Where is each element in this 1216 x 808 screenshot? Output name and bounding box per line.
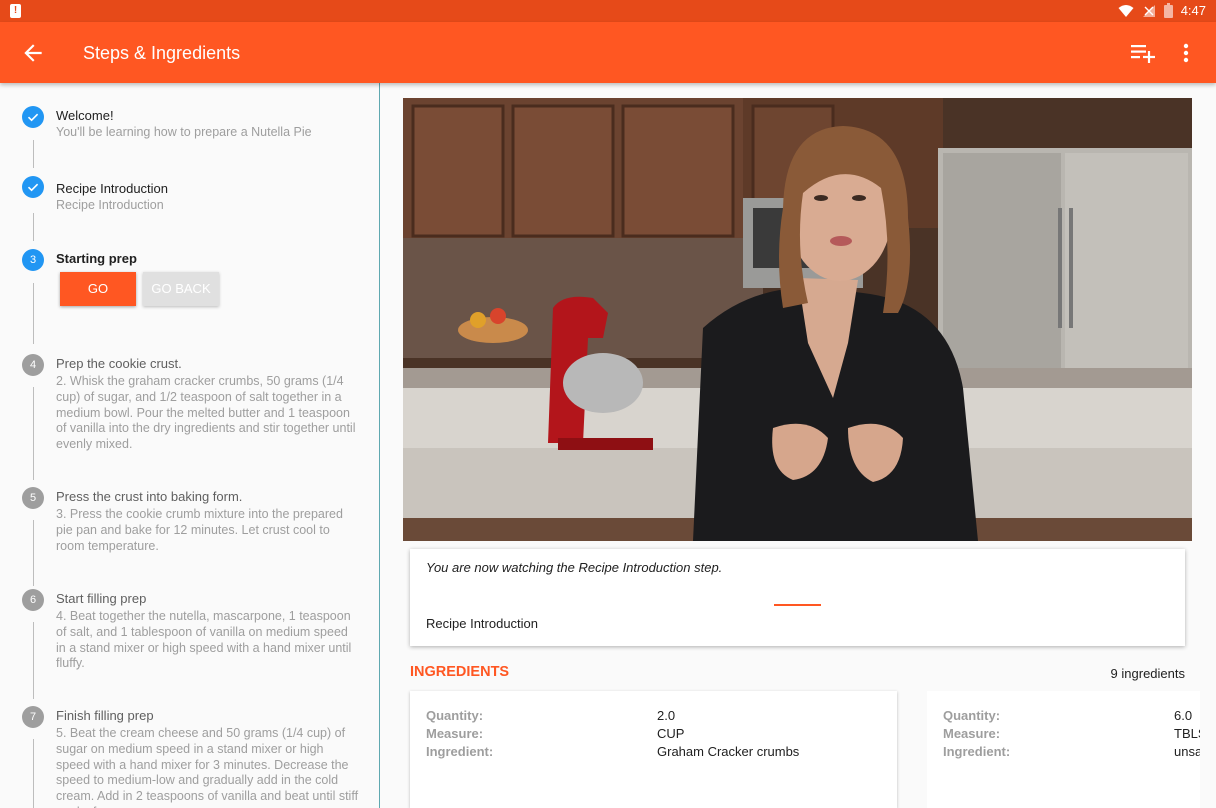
battery-icon	[1163, 3, 1173, 18]
step-title: Recipe Introduction	[56, 181, 169, 196]
measure-label: Measure:	[426, 726, 484, 741]
step-number-badge: 7	[22, 706, 44, 728]
step-done-badge	[22, 176, 44, 198]
wifi-icon	[1118, 4, 1134, 17]
step-subtitle: 2. Whisk the graham cracker crumbs, 50 g…	[56, 374, 356, 452]
step-number-badge: 4	[22, 354, 44, 376]
step-title: Starting prep	[56, 251, 137, 266]
ingredient-label: Ingredient:	[426, 744, 494, 759]
ingredient-card[interactable]: Quantity: 6.0 Measure: TBLSP Ingredient:…	[927, 691, 1200, 808]
video-frame-image	[403, 98, 1192, 541]
measure-label: Measure:	[943, 726, 1001, 741]
step-number-badge: 3	[22, 249, 44, 271]
step-connector	[33, 622, 34, 699]
quantity-value: 2.0	[657, 708, 676, 723]
ingredients-count: 9 ingredients	[1110, 666, 1185, 681]
now-watching-card: You are now watching the Recipe Introduc…	[410, 549, 1185, 646]
pane-divider	[379, 83, 380, 808]
step-connector	[33, 739, 34, 808]
step-title: Start filling prep	[56, 591, 147, 606]
ingredient-list-viewport: Quantity: 6.0 Measure: TBLSP Ingredient:…	[927, 691, 1200, 808]
step-title: Press the crust into baking form.	[56, 489, 243, 504]
notification-icon: !	[10, 4, 21, 18]
now-watching-text: You are now watching the Recipe Introduc…	[426, 560, 723, 575]
quantity-label: Quantity:	[943, 708, 1001, 723]
page-title: Steps & Ingredients	[83, 43, 241, 63]
step-title: Welcome!	[56, 108, 114, 123]
quantity-label: Quantity:	[426, 708, 484, 723]
quantity-value: 6.0	[1174, 708, 1193, 723]
status-bar: ! 4:47	[0, 0, 1216, 22]
step-subtitle: You'll be learning how to prepare a Nute…	[56, 125, 312, 139]
ingredient-value: Graham Cracker crumbs	[657, 744, 800, 759]
ingredient-card[interactable]: Quantity: 2.0 Measure: CUP Ingredient: G…	[410, 691, 897, 808]
current-step-name: Recipe Introduction	[426, 616, 539, 631]
clock: 4:47	[1180, 3, 1206, 18]
app-bar: Steps & Ingredients	[0, 22, 1216, 83]
playlist-add-icon[interactable]	[1129, 40, 1157, 66]
step-connector	[33, 520, 34, 586]
step-title: Prep the cookie crust.	[56, 356, 182, 371]
check-icon	[27, 183, 39, 192]
video-player[interactable]	[403, 98, 1192, 541]
ingredients-heading: INGREDIENTS	[410, 664, 510, 680]
more-vert-icon[interactable]	[1176, 40, 1196, 66]
step-subtitle: 3. Press the cookie crumb mixture into t…	[56, 507, 343, 553]
step-title: Finish filling prep	[56, 708, 154, 723]
step-subtitle: Recipe Introduction	[56, 198, 164, 212]
ingredient-label: Ingredient:	[943, 744, 1011, 759]
step-connector	[33, 283, 34, 344]
measure-value: CUP	[657, 726, 685, 741]
step-connector	[33, 140, 34, 168]
go-button[interactable]: GO	[60, 272, 136, 306]
step-subtitle: 5. Beat the cream cheese and 50 grams (1…	[56, 726, 359, 808]
step-subtitle: 4. Beat together the nutella, mascarpone…	[56, 609, 352, 671]
step-number-badge: 5	[22, 487, 44, 509]
step-number-badge: 6	[22, 589, 44, 611]
step-connector	[33, 213, 34, 241]
check-icon	[27, 113, 39, 122]
go-back-button[interactable]: GO BACK	[143, 272, 219, 306]
measure-value: TBLSP	[1174, 726, 1200, 741]
steps-stepper: Welcome! You'll be learning how to prepa…	[0, 83, 379, 808]
back-arrow-icon[interactable]	[20, 40, 46, 66]
step-connector	[33, 387, 34, 480]
accent-divider	[774, 604, 821, 606]
ingredient-value: unsalted butter, melted	[1174, 744, 1200, 759]
step-done-badge	[22, 106, 44, 128]
signal-icon	[1142, 4, 1155, 17]
